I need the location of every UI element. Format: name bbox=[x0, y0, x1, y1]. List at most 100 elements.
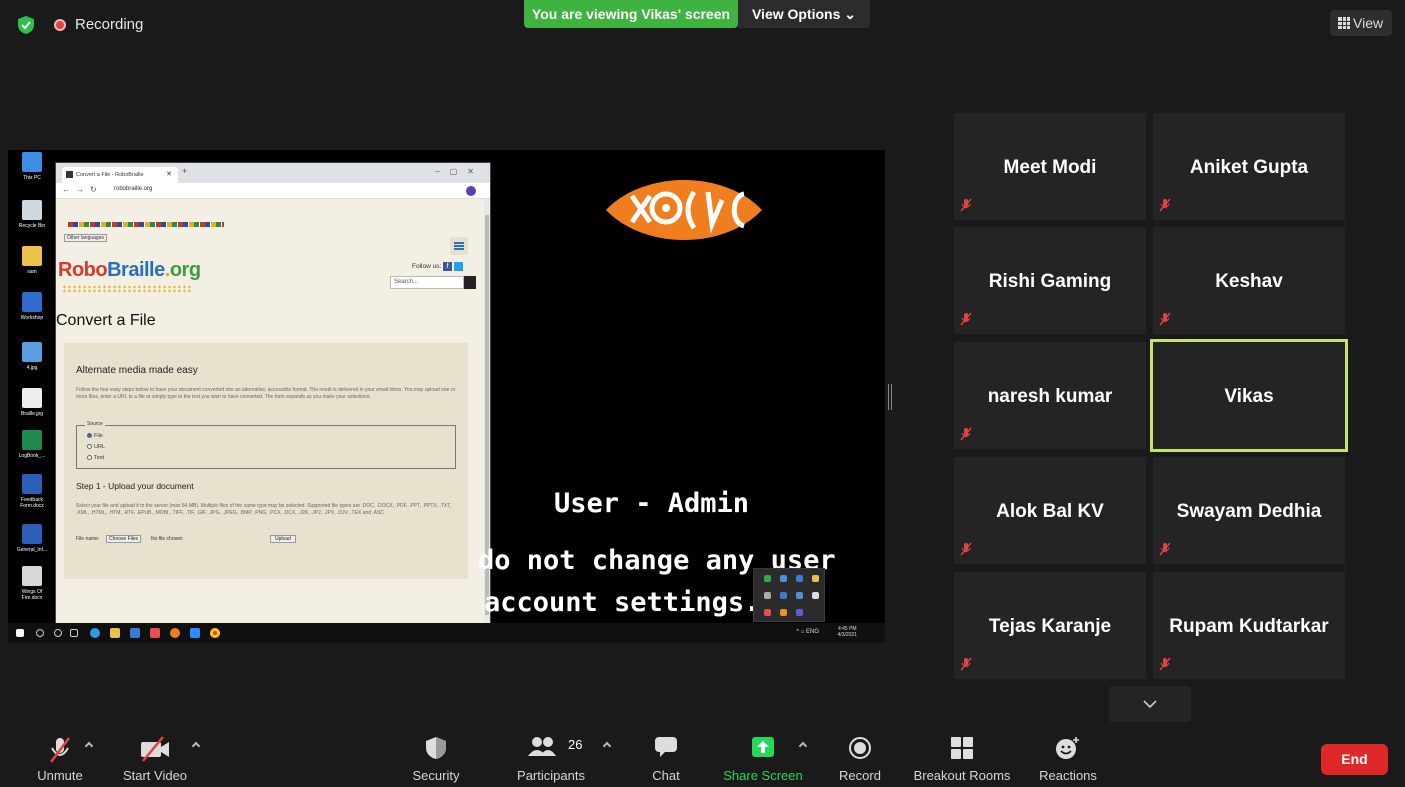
upload-button[interactable]: Upload bbox=[270, 535, 296, 543]
folder-icon bbox=[22, 246, 42, 266]
participant-tile[interactable]: naresh kumar bbox=[954, 342, 1146, 449]
participants-options-caret[interactable] bbox=[602, 741, 612, 751]
unmute-button[interactable]: Unmute bbox=[20, 727, 100, 787]
shared-screen[interactable]: This PC Recycle Bin sam Workshop 4.jpg B… bbox=[8, 150, 885, 643]
source-radio-file[interactable]: File bbox=[87, 433, 103, 439]
task-view-icon[interactable] bbox=[70, 629, 78, 637]
participant-name: Alok Bal KV bbox=[996, 501, 1104, 522]
top-bar: Recording You are viewing Vikas' screen … bbox=[0, 0, 1405, 50]
record-button[interactable]: Record bbox=[830, 727, 890, 787]
site-search-input[interactable]: Search... bbox=[390, 276, 464, 289]
recycle-bin-icon bbox=[22, 200, 42, 220]
app-icon[interactable] bbox=[150, 628, 160, 638]
participant-tile[interactable]: Rishi Gaming bbox=[954, 227, 1146, 334]
participant-name: Swayam Dedhia bbox=[1176, 501, 1322, 522]
security-button[interactable]: Security bbox=[400, 727, 472, 787]
robobraille-logo[interactable]: RoboBraille.org bbox=[58, 259, 201, 282]
share-screen-button[interactable]: Share Screen bbox=[718, 727, 808, 787]
follow-us-label: Follow us: bbox=[412, 263, 442, 271]
overlay-user-admin: User - Admin bbox=[554, 488, 750, 519]
source-radio-url[interactable]: URL bbox=[87, 444, 105, 450]
source-legend: Source bbox=[85, 421, 105, 427]
participant-name: Tejas Karanje bbox=[988, 616, 1112, 637]
system-tray-popup[interactable] bbox=[753, 568, 825, 622]
browser-window[interactable]: Convert a File - RoboBraille ✕ + –▢✕ ←→↻… bbox=[55, 162, 491, 624]
file-name-label: File name: bbox=[76, 536, 100, 542]
shield-icon bbox=[426, 737, 446, 759]
zoom-icon[interactable] bbox=[190, 628, 200, 638]
end-meeting-button[interactable]: End bbox=[1321, 744, 1388, 775]
desktop-icon-wings-of-fire[interactable]: Wings Of Fire.docx bbox=[16, 566, 48, 616]
url-text[interactable]: robobraille.org bbox=[114, 186, 152, 192]
language-flags[interactable] bbox=[68, 222, 224, 227]
eye-logo-icon bbox=[606, 180, 762, 240]
participant-tile[interactable]: Keshav bbox=[1153, 227, 1345, 334]
view-button-label: View bbox=[1353, 15, 1384, 31]
participant-tile[interactable]: Rupam Kudtarkar bbox=[1153, 572, 1345, 679]
hamburger-menu-icon[interactable] bbox=[450, 237, 468, 255]
participant-tile[interactable]: Meet Modi bbox=[954, 113, 1146, 220]
edge-icon[interactable] bbox=[90, 628, 100, 638]
twitter-icon[interactable] bbox=[454, 262, 464, 271]
profile-avatar[interactable] bbox=[466, 186, 476, 196]
nav-buttons[interactable]: ←→↻ bbox=[62, 185, 103, 194]
source-radio-text[interactable]: Text bbox=[87, 455, 104, 461]
browser-tab-title: Convert a File - RoboBraille bbox=[76, 172, 144, 178]
muted-mic-icon bbox=[960, 657, 972, 671]
panel-title: Alternate media made easy bbox=[76, 365, 198, 376]
source-fieldset: Source File URL Text bbox=[76, 421, 456, 469]
participant-tile[interactable]: Tejas Karanje bbox=[954, 572, 1146, 679]
browser-tab-strip: Convert a File - RoboBraille ✕ + –▢✕ bbox=[56, 163, 490, 183]
file-explorer-icon[interactable] bbox=[110, 628, 120, 638]
taskbar-clock[interactable]: 4:45 PM 4/3/2021 bbox=[838, 626, 857, 638]
desktop-icon-this-pc[interactable]: This PC bbox=[16, 152, 48, 202]
address-bar[interactable]: ←→↻ robobraille.org bbox=[56, 183, 490, 199]
search-icon[interactable] bbox=[36, 629, 44, 637]
video-off-icon bbox=[141, 736, 169, 762]
muted-mic-icon bbox=[1159, 657, 1171, 671]
participant-tile[interactable]: Aniket Gupta bbox=[1153, 113, 1345, 220]
system-tray-label[interactable]: ^ ⌂ ENG bbox=[796, 629, 819, 635]
window-controls[interactable]: –▢✕ bbox=[435, 167, 484, 176]
search-icon[interactable] bbox=[464, 276, 476, 289]
muted-mic-icon bbox=[960, 542, 972, 556]
view-button[interactable]: View bbox=[1330, 10, 1392, 36]
page-title: Convert a File bbox=[56, 312, 156, 329]
store-icon[interactable] bbox=[130, 628, 140, 638]
desktop-icon-4jpg[interactable]: 4.jpg bbox=[16, 342, 48, 392]
choose-files-button[interactable]: Choose Files bbox=[106, 535, 142, 543]
document-icon bbox=[22, 566, 42, 586]
reactions-icon bbox=[1056, 737, 1079, 759]
browser-tab[interactable]: Convert a File - RoboBraille ✕ bbox=[62, 167, 178, 183]
breakout-rooms-button[interactable]: Breakout Rooms bbox=[906, 727, 1018, 787]
desktop-icon-feedback-form[interactable]: Feedback Form.docx bbox=[16, 474, 48, 524]
reactions-button[interactable]: Reactions bbox=[1030, 727, 1106, 787]
grid-icon bbox=[1338, 17, 1350, 29]
close-tab-icon[interactable]: ✕ bbox=[166, 167, 172, 183]
participant-tile[interactable]: Swayam Dedhia bbox=[1153, 457, 1345, 564]
participants-button[interactable]: Participants bbox=[506, 727, 596, 787]
convert-panel: Alternate media made easy Follow the fou… bbox=[64, 343, 468, 579]
view-options-button[interactable]: View Options ⌄ bbox=[738, 0, 870, 28]
start-video-button[interactable]: Start Video bbox=[110, 727, 200, 787]
other-languages-select[interactable]: Other languages bbox=[64, 234, 107, 242]
chat-button[interactable]: Chat bbox=[636, 727, 696, 787]
start-icon[interactable] bbox=[16, 629, 24, 637]
active-speaker-tile[interactable]: Vikas bbox=[1150, 339, 1348, 452]
desktop-icon-sam[interactable]: sam bbox=[16, 246, 48, 296]
desktop-icon-logbook[interactable]: LogBook_... bbox=[16, 430, 48, 480]
recording-label[interactable]: Recording bbox=[75, 16, 143, 33]
new-tab-icon[interactable]: + bbox=[182, 166, 187, 176]
firefox-icon[interactable] bbox=[170, 628, 180, 638]
cortana-icon[interactable] bbox=[54, 629, 62, 637]
record-label: Record bbox=[839, 768, 881, 783]
split-view-handle[interactable] bbox=[888, 384, 892, 410]
desktop-icon-recycle-bin[interactable]: Recycle Bin bbox=[16, 200, 48, 250]
desktop-icon-workshop[interactable]: Workshop bbox=[16, 292, 48, 342]
chrome-icon[interactable] bbox=[210, 628, 220, 638]
gallery-next-page-button[interactable] bbox=[1109, 686, 1191, 722]
encryption-shield-icon[interactable] bbox=[18, 16, 34, 34]
participant-tile[interactable]: Alok Bal KV bbox=[954, 457, 1146, 564]
facebook-icon[interactable]: f bbox=[443, 262, 453, 271]
follow-us: Follow us: f bbox=[412, 262, 464, 271]
